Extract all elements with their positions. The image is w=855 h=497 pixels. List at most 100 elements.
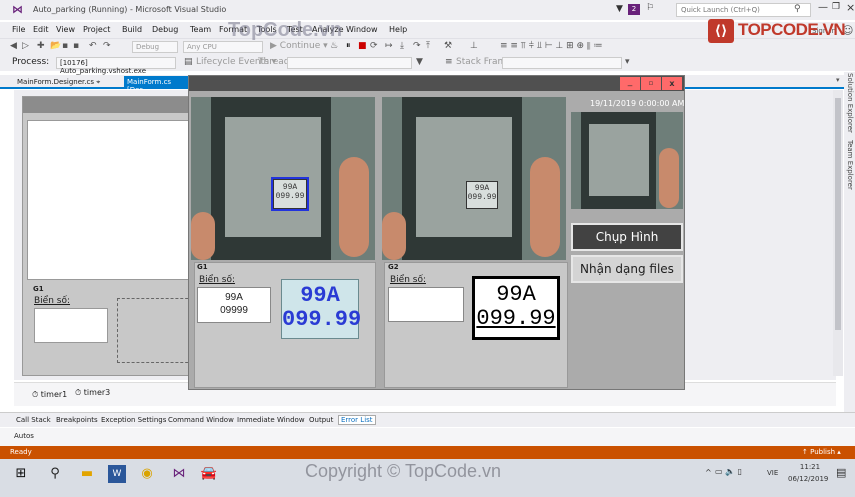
show-next-statement-icon[interactable]: ↦ <box>385 41 393 51</box>
timer3-component[interactable]: ⏱ timer3 <box>75 388 110 398</box>
tab-command-window[interactable]: Command Window <box>168 416 234 424</box>
tab-call-stack[interactable]: Call Stack <box>16 416 51 424</box>
tab-mainform-design[interactable]: MainForm.cs [Des <box>124 76 190 94</box>
step-over-icon[interactable]: ↷ <box>413 41 421 51</box>
scrollbar-thumb[interactable] <box>835 98 841 330</box>
save-icon[interactable]: ▪ <box>62 41 68 51</box>
designer-plate-picturebox[interactable] <box>117 298 193 363</box>
hot-reload-icon[interactable]: ♨ <box>330 41 338 51</box>
stop-icon[interactable]: ■ <box>358 41 367 51</box>
minimize-button[interactable]: — <box>818 2 828 13</box>
status-text: Ready <box>10 448 32 456</box>
autos-tab[interactable]: Autos <box>14 432 34 440</box>
windows-start-icon[interactable]: ⊞ <box>12 465 30 483</box>
menu-project[interactable]: Project <box>83 25 110 34</box>
menu-file[interactable]: File <box>12 25 25 34</box>
stack-frame-select[interactable] <box>502 57 622 69</box>
camera-2-plate-line1: 99A <box>474 184 490 193</box>
notification-badge[interactable]: 2 <box>628 4 640 15</box>
configuration-select[interactable]: Debug <box>132 41 178 53</box>
thread-filter-icon[interactable]: ▼ <box>416 57 423 67</box>
back-icon[interactable]: ◀ <box>10 41 17 51</box>
menu-build[interactable]: Build <box>122 25 142 34</box>
action-center-icon[interactable]: ▤ <box>836 466 846 479</box>
tab-error-list[interactable]: Error List <box>338 415 376 425</box>
word-icon[interactable]: W <box>108 465 126 483</box>
debug-tools-icon[interactable]: ⚒ <box>444 41 452 51</box>
window-title: Auto_parking (Running) - Microsoft Visua… <box>33 5 227 14</box>
car-app-icon[interactable]: 🚘 <box>200 465 218 483</box>
tray-date[interactable]: 06/12/2019 <box>788 475 828 483</box>
g1-plate-textbox[interactable]: 99A 09999 <box>197 287 271 323</box>
group-g2-label: G2 <box>388 263 399 271</box>
g2-plate-textbox[interactable] <box>388 287 464 322</box>
open-file-icon[interactable]: 📂 <box>50 41 61 51</box>
toolbar-overflow-icon[interactable]: ▾ <box>625 57 630 67</box>
tab-overflow-dropdown-icon[interactable]: ▾ <box>836 76 840 84</box>
process-select[interactable]: [10176] Auto_parking.vshost.exe <box>56 57 176 75</box>
visual-studio-icon[interactable]: ⋈ <box>170 465 188 483</box>
app-maximize-button[interactable]: ▫ <box>641 77 661 90</box>
restart-icon[interactable]: ⟳ <box>370 41 378 51</box>
app-minimize-button[interactable]: _ <box>620 77 640 90</box>
app-title-bar <box>189 76 684 91</box>
publish-button[interactable]: ↑ Publish ▴ <box>802 448 841 456</box>
tray-icons[interactable]: ▭ 🔈 ▯ <box>715 467 742 476</box>
menu-help[interactable]: Help <box>389 25 407 34</box>
capture-button[interactable]: Chụp Hình <box>571 223 683 251</box>
redo-icon[interactable]: ↷ <box>103 41 111 51</box>
tab-mainform-designer[interactable]: MainForm.Designer.cs ⌖ <box>14 76 103 89</box>
team-explorer-tab[interactable]: Team Explorer <box>846 140 854 190</box>
forward-icon[interactable]: ▷ <box>22 41 29 51</box>
platform-select[interactable]: Any CPU <box>183 41 263 53</box>
designer-picturebox[interactable] <box>27 120 193 280</box>
save-all-icon[interactable]: ▪ <box>73 41 79 51</box>
menu-edit[interactable]: Edit <box>33 25 49 34</box>
tab-exception-settings[interactable]: Exception Settings <box>101 416 166 424</box>
solution-explorer-tab[interactable]: Solution Explorer <box>846 73 854 133</box>
g1-crop-line1: 99A <box>300 283 340 308</box>
timer1-component[interactable]: ⏱ timer1 <box>32 390 67 400</box>
app-close-button[interactable]: x <box>662 77 682 90</box>
pin-icon[interactable]: ⌖ <box>96 78 100 86</box>
step-into-icon[interactable]: ⤓ <box>400 41 404 51</box>
feedback-icon[interactable]: ⚐ <box>646 3 654 13</box>
topcode-logo: ⟨⟩ TOPCODE.VN <box>708 14 855 48</box>
layout-align-icon[interactable]: ⊥ <box>470 41 478 51</box>
menu-debug[interactable]: Debug <box>152 25 178 34</box>
designer-bienso-label: Biển số: <box>34 296 71 306</box>
chrome-icon[interactable]: ◉ <box>138 465 156 483</box>
tray-language[interactable]: VIE <box>767 469 778 477</box>
stack-frame-icon: ≡ <box>445 57 453 67</box>
timer3-label: timer3 <box>83 388 111 397</box>
menu-window[interactable]: Window <box>346 25 378 34</box>
topcode-logo-text: TOPCODE.VN <box>738 20 846 39</box>
step-out-icon[interactable]: ⤒ <box>426 41 430 51</box>
restore-button[interactable]: ❐ <box>832 2 840 12</box>
lifecycle-icon: ▤ <box>184 57 193 67</box>
notification-flag-icon[interactable]: ▼ <box>616 4 624 14</box>
tab-output[interactable]: Output <box>309 416 333 424</box>
menu-team[interactable]: Team <box>190 25 211 34</box>
tab-breakpoints[interactable]: Breakpoints <box>56 416 98 424</box>
thread-select[interactable] <box>287 57 412 69</box>
close-button[interactable]: × <box>846 1 855 14</box>
group-g1-label: G1 <box>197 263 208 271</box>
file-explorer-icon[interactable]: ▬ <box>78 465 96 483</box>
pause-icon[interactable]: ⏸ <box>346 41 351 51</box>
search-icon[interactable]: ⚲ <box>46 465 64 483</box>
undo-icon[interactable]: ↶ <box>89 41 97 51</box>
g1-crop-line2: 099.99 <box>282 307 362 332</box>
align-tools-icon[interactable]: ≡ ≡ ⫪ ⫩ ⫫ ⊢ ⊥ ⊞ ⊕ ⫴ ≔ <box>500 41 603 51</box>
g1-plate-text-line1: 99A <box>225 292 243 303</box>
tray-time[interactable]: 11:21 <box>793 463 827 471</box>
tab-immediate-window[interactable]: Immediate Window <box>237 416 305 424</box>
designer-bienso-textbox[interactable] <box>34 308 108 343</box>
search-icon[interactable]: ⚲ <box>794 4 801 14</box>
continue-button[interactable]: ▶ Continue ▾ <box>270 41 328 51</box>
recognize-files-button[interactable]: Nhận dạng files <box>571 255 683 283</box>
menu-view[interactable]: View <box>56 25 75 34</box>
camera-thumbnail <box>571 112 683 209</box>
tray-chevron-icon[interactable]: ^ <box>705 468 712 477</box>
new-project-icon[interactable]: ✚ <box>37 41 45 51</box>
